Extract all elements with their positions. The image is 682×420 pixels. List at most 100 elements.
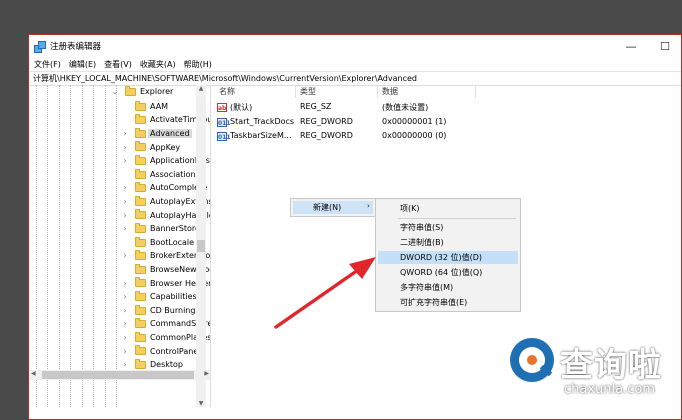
- expand-chevron-icon[interactable]: ›: [121, 183, 129, 192]
- expand-chevron-icon[interactable]: ⌄: [111, 87, 119, 96]
- value-name: Start_TrackDocs: [230, 117, 295, 126]
- tree-item-label: Associations: [150, 169, 200, 179]
- maximize-button[interactable]: ☐: [649, 35, 681, 57]
- scroll-up-icon[interactable]: ▲: [196, 85, 206, 92]
- menu-favorites[interactable]: 收藏夹(A): [140, 59, 176, 70]
- column-header-name[interactable]: 名称: [219, 86, 235, 97]
- tree-item-label: CD Burning: [150, 305, 196, 315]
- registry-tree: ⌄ Explorer AAM ActivateTimeout › Advanced › App…: [30, 85, 211, 407]
- tree-item-label: AAM: [150, 101, 169, 111]
- value-row-taskbarsize[interactable]: 011 TaskbarSizeM... REG_DWORD 0x00000000…: [213, 130, 473, 144]
- menu-edit[interactable]: 编辑(E): [69, 59, 96, 70]
- expand-chevron-icon[interactable]: ›: [121, 306, 129, 315]
- tree-item[interactable]: › ControlPanel: [30, 344, 210, 358]
- scroll-left-icon[interactable]: ◀: [31, 370, 36, 377]
- value-type: REG_DWORD: [300, 117, 353, 126]
- column-header-data[interactable]: 数据: [382, 86, 398, 97]
- tree-item[interactable]: › ApplicationDest: [30, 154, 210, 168]
- expand-chevron-icon[interactable]: ›: [121, 333, 129, 342]
- folder-icon: [135, 141, 146, 152]
- submenu-item-dword[interactable]: DWORD (32 位)值(D): [378, 251, 518, 264]
- submenu-item-label: 可扩充字符串值(E): [400, 298, 468, 307]
- tree-item[interactable]: BootLocale: [30, 236, 210, 250]
- value-name: (默认): [230, 103, 253, 112]
- tree-item[interactable]: › AutoComplete: [30, 181, 210, 195]
- tree-item-label: Explorer: [140, 87, 174, 97]
- tree-item[interactable]: › AppKey: [30, 140, 210, 154]
- folder-icon: [135, 263, 146, 274]
- submenu-item-label: 二进制值(B): [400, 238, 444, 247]
- folder-icon: [135, 304, 146, 315]
- submenu-item-string[interactable]: 字符串值(S): [378, 221, 518, 234]
- tree-item-label: BannerStore: [150, 224, 200, 234]
- expand-chevron-icon[interactable]: ›: [121, 129, 129, 138]
- watermark-cn: 查询啦: [560, 345, 662, 384]
- address-bar[interactable]: 计算机\HKEY_LOCAL_MACHINE\SOFTWARE\Microsof…: [30, 71, 681, 86]
- submenu-item-label: 项(K): [400, 204, 420, 213]
- expand-chevron-icon[interactable]: ›: [121, 319, 129, 328]
- submenu-item-binary[interactable]: 二进制值(B): [378, 236, 518, 249]
- expand-chevron-icon[interactable]: ›: [121, 197, 129, 206]
- submenu-item-qword[interactable]: QWORD (64 位)值(Q): [378, 266, 518, 279]
- value-name: TaskbarSizeM...: [230, 131, 292, 140]
- value-row-start-trackdocs[interactable]: 011 Start_TrackDocs REG_DWORD 0x00000001…: [213, 116, 473, 130]
- tree-item-label: Capabilities: [150, 292, 197, 302]
- folder-icon: [135, 359, 146, 369]
- menu-help[interactable]: 帮助(H): [184, 59, 212, 70]
- tree-item[interactable]: AAM: [30, 100, 210, 114]
- menu-bar: 文件(F) 编辑(E) 查看(V) 收藏夹(A) 帮助(H): [29, 57, 681, 71]
- value-row-default[interactable]: ab (默认) REG_SZ (数值未设置): [213, 101, 473, 115]
- tree-item[interactable]: › AutoplayExtensi: [30, 195, 210, 209]
- tree-item[interactable]: › Advanced: [30, 127, 210, 141]
- expand-chevron-icon[interactable]: ›: [121, 211, 129, 220]
- tree-item-label: BootLocale: [150, 237, 195, 247]
- tree-item[interactable]: › BrokerExtension: [30, 249, 210, 263]
- scroll-down-icon[interactable]: ▼: [196, 400, 206, 407]
- submenu-separator: [398, 218, 516, 219]
- expand-chevron-icon[interactable]: ›: [121, 251, 129, 260]
- folder-icon: [135, 209, 146, 220]
- tree-item[interactable]: › Capabilities: [30, 290, 210, 304]
- expand-chevron-icon[interactable]: ›: [121, 347, 129, 356]
- context-menu-new[interactable]: 新建(N) ›: [293, 201, 373, 214]
- window-title: 注册表编辑器: [50, 42, 102, 52]
- submenu-item-key[interactable]: 项(K): [378, 202, 518, 215]
- tree-item[interactable]: › AutoplayHandle: [30, 208, 210, 222]
- title-bar[interactable]: 注册表编辑器 — ☐: [29, 35, 681, 57]
- tree-item[interactable]: ActivateTimeout: [30, 113, 210, 127]
- expand-chevron-icon[interactable]: ›: [121, 292, 129, 301]
- scroll-thumb[interactable]: [197, 240, 205, 252]
- tree-vertical-scrollbar[interactable]: ▲ ▼: [196, 85, 206, 407]
- submenu-item-label: DWORD (32 位)值(D): [400, 253, 482, 262]
- expand-chevron-icon[interactable]: ›: [121, 224, 129, 233]
- tree-item[interactable]: Associations: [30, 168, 210, 182]
- scroll-right-icon[interactable]: ▶: [204, 370, 209, 377]
- menu-file[interactable]: 文件(F): [34, 59, 61, 70]
- menu-view[interactable]: 查看(V): [104, 59, 132, 70]
- folder-icon: [135, 155, 146, 165]
- value-data: 0x00000000 (0): [382, 131, 447, 140]
- minimize-button[interactable]: —: [615, 35, 647, 57]
- tree-horizontal-scrollbar[interactable]: ◀ ▶: [30, 370, 210, 380]
- magnifier-logo-icon: [510, 338, 554, 382]
- folder-icon: [135, 236, 146, 247]
- folder-icon: [135, 318, 146, 329]
- tree-item[interactable]: › CD Burning: [30, 304, 210, 318]
- tree-item[interactable]: › CommonPlaces: [30, 331, 210, 345]
- submenu-item-multi-string[interactable]: 多字符串值(M): [378, 281, 518, 294]
- expand-chevron-icon[interactable]: ›: [121, 143, 129, 152]
- address-path: 计算机\HKEY_LOCAL_MACHINE\SOFTWARE\Microsof…: [33, 74, 417, 83]
- tree-item[interactable]: › BannerStore: [30, 222, 210, 236]
- expand-chevron-icon[interactable]: ›: [121, 360, 129, 369]
- tree-item-label: ControlPanel: [150, 346, 201, 356]
- tree-item[interactable]: › Browser Helper: [30, 276, 210, 290]
- tree-item[interactable]: BrowseNewProc: [30, 263, 210, 277]
- expand-chevron-icon[interactable]: ›: [121, 156, 129, 165]
- tree-item[interactable]: › CommandStore: [30, 317, 210, 331]
- expand-chevron-icon[interactable]: ›: [121, 279, 129, 288]
- column-header-type[interactable]: 类型: [300, 86, 316, 97]
- tree-item-label: AppKey: [150, 142, 181, 152]
- submenu-item-expandable-string[interactable]: 可扩充字符串值(E): [378, 296, 518, 309]
- tree-item-explorer[interactable]: ⌄ Explorer: [30, 85, 210, 99]
- hscroll-thumb[interactable]: [42, 371, 194, 379]
